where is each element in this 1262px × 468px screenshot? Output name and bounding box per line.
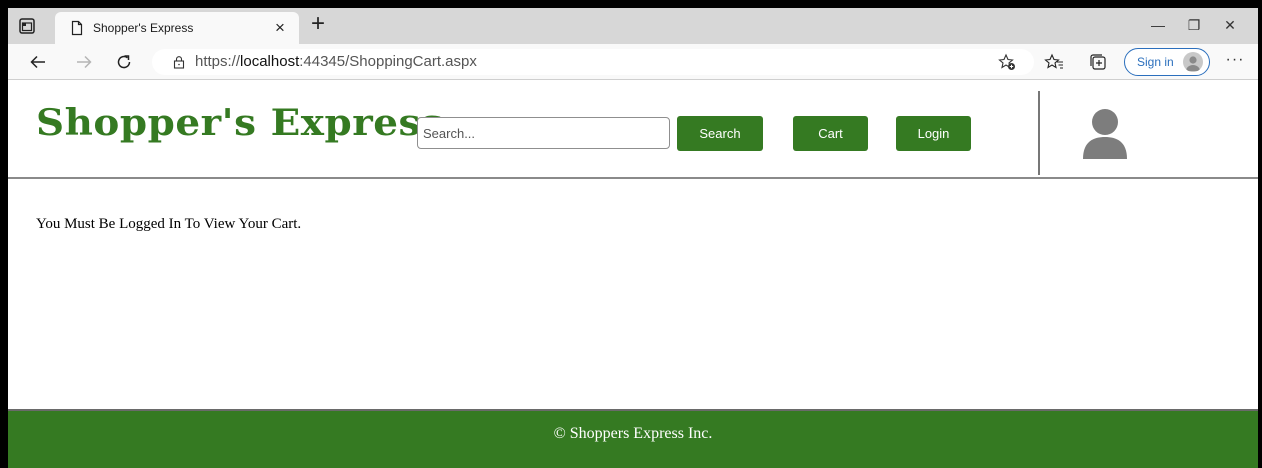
sign-in-button[interactable]: Sign in <box>1124 48 1210 76</box>
url-text: https://localhost:44345/ShoppingCart.asp… <box>195 53 477 71</box>
tab-actions-icon[interactable] <box>18 17 36 35</box>
restore-button[interactable]: ❐ <box>1182 14 1206 36</box>
collections-icon[interactable] <box>1088 52 1108 72</box>
user-avatar-icon[interactable] <box>1080 107 1130 159</box>
minimize-button[interactable]: — <box>1146 14 1170 36</box>
search-button[interactable]: Search <box>677 116 763 151</box>
tab-title: Shopper's Express <box>93 21 194 35</box>
url-path: :44345/ShoppingCart.aspx <box>299 53 477 70</box>
browser-toolbar: https://localhost:44345/ShoppingCart.asp… <box>8 44 1258 80</box>
forward-arrow-icon[interactable] <box>74 52 94 72</box>
header-divider <box>1038 91 1040 175</box>
site-header: Shopper's Express Search Cart Login <box>8 81 1258 179</box>
favorites-icon[interactable] <box>1044 52 1064 72</box>
sign-in-label: Sign in <box>1137 55 1174 69</box>
new-tab-button[interactable]: + <box>306 12 330 37</box>
site-logo[interactable]: Shopper's Express <box>36 101 443 145</box>
profile-avatar-icon <box>1183 52 1203 72</box>
tab-close-icon[interactable]: × <box>271 19 289 37</box>
back-arrow-icon[interactable] <box>28 52 48 72</box>
lock-icon[interactable] <box>172 55 186 69</box>
tab-strip: Shopper's Express × + — ❐ ✕ <box>8 8 1258 44</box>
search-input[interactable] <box>417 117 670 149</box>
add-favorite-icon[interactable] <box>998 53 1016 71</box>
footer-copyright: © Shoppers Express Inc. <box>553 425 713 442</box>
login-required-message: You Must Be Logged In To View Your Cart. <box>36 216 302 232</box>
site-footer: © Shoppers Express Inc. <box>8 409 1258 468</box>
address-bar[interactable]: https://localhost:44345/ShoppingCart.asp… <box>152 49 1034 75</box>
url-scheme: https:// <box>195 53 241 70</box>
web-page: Shopper's Express Search Cart Login You … <box>8 81 1258 468</box>
browser-window: Shopper's Express × + — ❐ ✕ https://loca… <box>8 8 1258 468</box>
more-options-icon[interactable]: ··· <box>1224 52 1246 72</box>
browser-tab[interactable]: Shopper's Express × <box>55 12 299 44</box>
login-button[interactable]: Login <box>896 116 971 151</box>
page-icon <box>69 20 85 36</box>
cart-button[interactable]: Cart <box>793 116 868 151</box>
url-host: localhost <box>240 53 300 70</box>
refresh-icon[interactable] <box>114 52 134 72</box>
close-window-button[interactable]: ✕ <box>1218 14 1242 36</box>
